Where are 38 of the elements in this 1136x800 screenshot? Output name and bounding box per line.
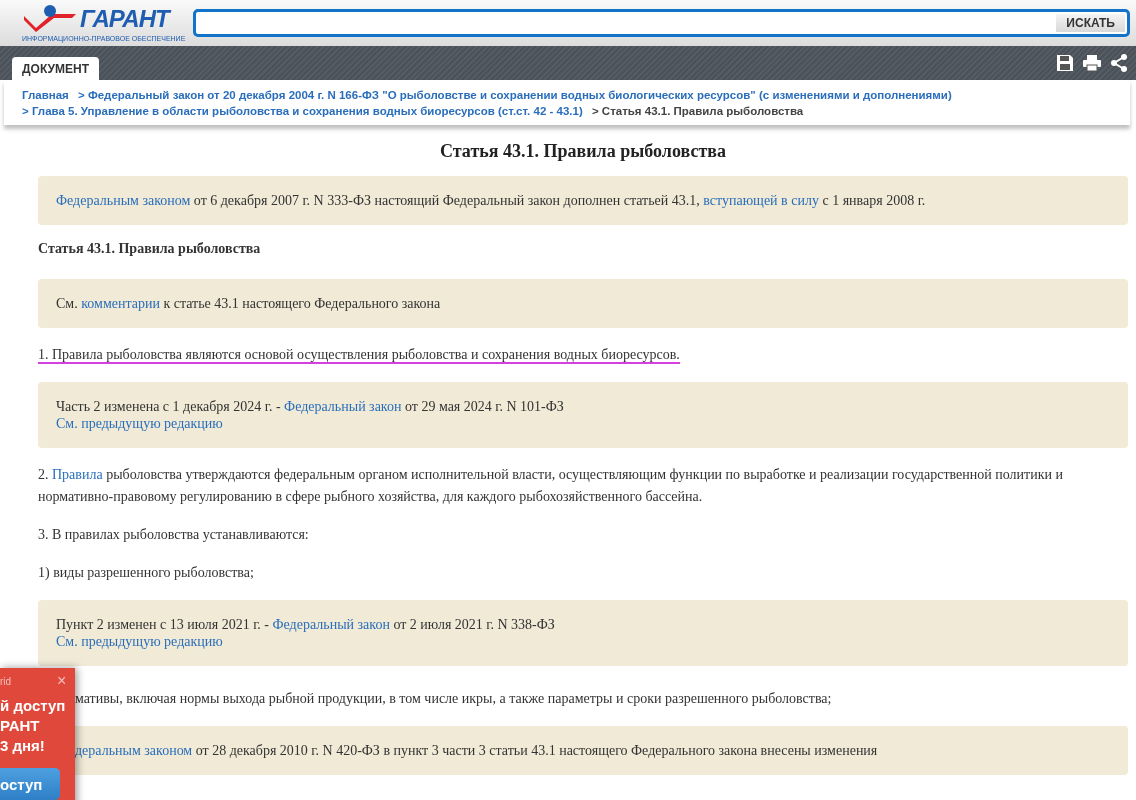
article-heading: Статья 43.1. Правила рыболовства: [38, 241, 262, 257]
tab[interactable]: ДОКУМЕНТ: [12, 57, 99, 80]
print-icon[interactable]: [1082, 54, 1102, 72]
logo-name: ГАРАНТ: [80, 4, 169, 33]
breadcrumb-link[interactable]: > Глава 5. Управление в области рыболовства и сохранения водных биоресурсов (ст.ст. 42 - 43.1): [22, 105, 583, 117]
edition-note: Федеральным законом от 6 декабря 2007 г. N 333-ФЗ настоящий Федеральный закон дополнен статьей 43.1, вступающей в силу с 1 января 2008 г.: [38, 176, 1128, 225]
article-paragraph: 2. Правила рыболовства утверждаются федеральным органом исполнительной власти, осуществляющим функции по выработке и реализации государственной политики и нормативно-правовому регулированию в сфере рыбного хозяйства, для каждого рыбохозяйственного бассейна.: [38, 467, 1063, 504]
document-link[interactable]: Федеральный закон: [284, 399, 402, 414]
document-link[interactable]: См. предыдущую редакцию: [56, 416, 223, 431]
document-link[interactable]: вступающей в силу: [703, 193, 819, 208]
close-button[interactable]: ×: [57, 672, 67, 690]
article-paragraph: 3. В правилах рыболовства устанавливаются:: [38, 527, 309, 542]
breadcrumb-link[interactable]: > Федеральный закон от 20 декабря 2004 г. N 166-ФЗ "О рыболовстве и сохранении водных биологических ресурсов" (с изменениями и дополнениями): [78, 89, 952, 101]
popup-text: 3 дня!: [0, 736, 46, 756]
popup-text: РАНТ: [0, 716, 41, 736]
breadcrumb-link[interactable]: Главная: [22, 89, 69, 101]
save-icon[interactable]: [1056, 54, 1074, 72]
document-link[interactable]: комментарии: [81, 296, 160, 311]
popup-text: й доступ: [0, 696, 66, 716]
edition-note: Часть 2 изменена с 1 декабря 2024 г. - Федеральный закон от 29 мая 2024 г. N 101-ФЗ См. предыдущую редакцию: [38, 382, 1128, 448]
document-link[interactable]: Федеральный закон: [272, 617, 390, 632]
share-icon[interactable]: [1110, 54, 1128, 72]
article-title: Статья 43.1. Правила рыболовства: [439, 141, 727, 162]
article-paragraph: 1. Правила рыболовства являются основой осуществления рыболовства и сохранения водных биоресурсов.: [38, 347, 680, 364]
document-link[interactable]: См. предыдущую редакцию: [56, 634, 223, 649]
document-link[interactable]: деральным законом: [75, 743, 193, 758]
article-paragraph: мативы, включая нормы выхода рыбной продукции, в том числе икры, а также параметры и сроки разрешенного рыболовства;: [74, 691, 832, 706]
edition-note: Пункт 2 изменен с 13 июля 2021 г. - Федеральный закон от 2 июля 2021 г. N 338-ФЗ См. предыдущую редакцию: [38, 600, 1128, 666]
breadcrumb-current: > Статья 43.1. Правила рыболовства: [591, 105, 804, 117]
search-field[interactable]: ИСКАТЬ: [193, 9, 1130, 37]
document-link[interactable]: Федеральным законом: [56, 193, 191, 208]
edition-note: См. комментарии к статье 43.1 настоящего Федерального закона: [38, 279, 1128, 328]
article-paragraph: 1) виды разрешенного рыболовства;: [38, 565, 254, 580]
document-link[interactable]: Правила: [52, 467, 103, 482]
access-button[interactable]: оступ: [0, 768, 60, 800]
search-button[interactable]: ИСКАТЬ: [1056, 14, 1125, 32]
popup-brand: rid: [0, 676, 12, 687]
logo-icon: [22, 3, 78, 34]
